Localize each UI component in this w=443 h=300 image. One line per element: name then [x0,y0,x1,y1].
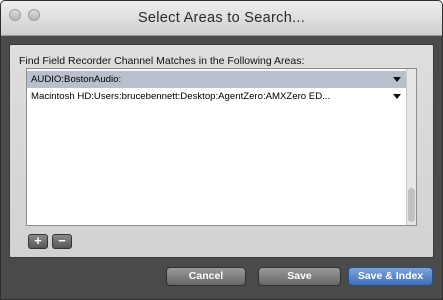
add-area-button[interactable]: + [28,234,48,249]
save-and-index-button[interactable]: Save & Index [348,267,433,286]
list-scrollbar[interactable] [406,69,416,225]
area-path-label: Macintosh HD:Users:brucebennett:Desktop:… [31,91,331,102]
search-areas-list: AUDIO:BostonAudio: Macintosh HD:Users:br… [26,68,417,226]
dropdown-arrow-icon[interactable] [393,94,401,99]
scroll-thumb[interactable] [408,188,415,222]
area-path-label: AUDIO:BostonAudio: [31,74,122,85]
save-button[interactable]: Save [258,267,341,286]
list-item[interactable]: AUDIO:BostonAudio: [27,71,407,88]
dialog-window: Select Areas to Search... Find Field Rec… [0,0,443,300]
dialog-title: Select Areas to Search... [137,10,306,26]
remove-area-button[interactable]: − [52,234,72,249]
list-item[interactable]: Macintosh HD:Users:brucebennett:Desktop:… [27,88,407,105]
dropdown-arrow-icon[interactable] [393,77,401,82]
search-areas-prompt: Find Field Recorder Channel Matches in t… [19,55,305,67]
title-bar: Select Areas to Search... [1,1,442,36]
cancel-button[interactable]: Cancel [166,267,246,286]
